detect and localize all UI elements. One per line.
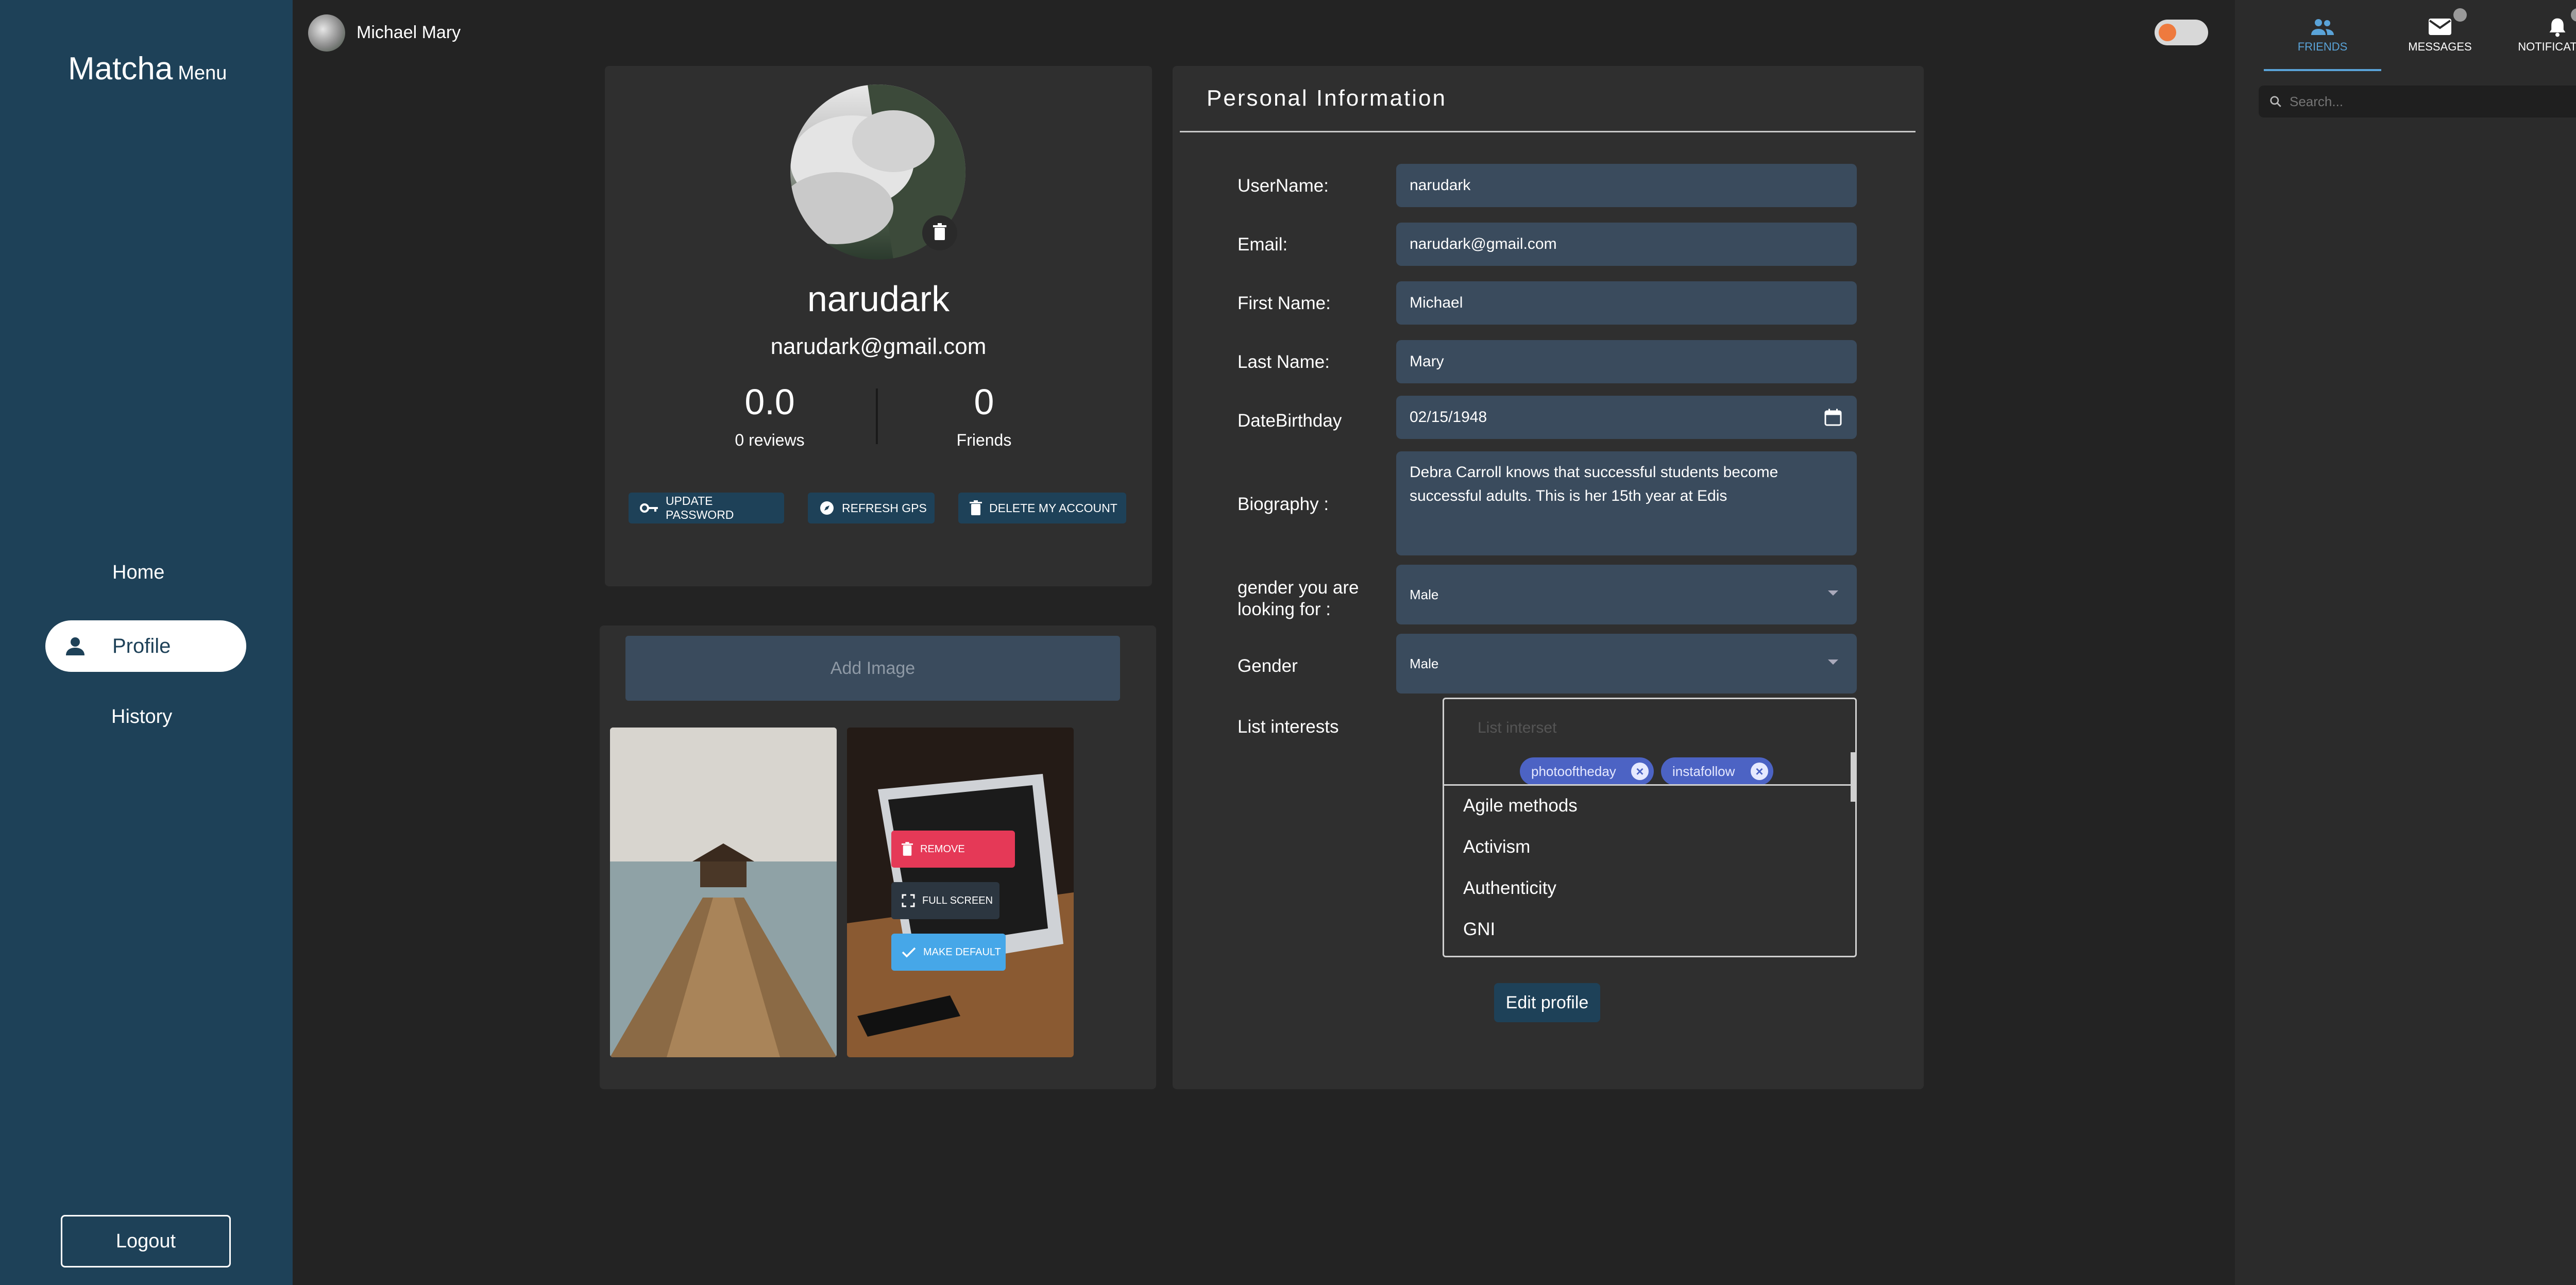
tab-label: NOTIFICATION [2518, 40, 2576, 53]
full-screen-button[interactable]: FULL SCREEN [891, 882, 999, 919]
button-label: REFRESH GPS [842, 501, 927, 515]
select-value: Male [1410, 655, 1439, 671]
trash-icon [902, 842, 913, 856]
close-icon[interactable]: × [1631, 763, 1649, 780]
friends-label: Friends [956, 431, 1012, 449]
logo-menu-text: Menu [178, 62, 227, 84]
first-name-field[interactable] [1396, 281, 1857, 325]
sidebar-item-profile[interactable]: Profile [45, 620, 246, 672]
tab-label: MESSAGES [2408, 40, 2472, 53]
trash-icon [970, 500, 982, 515]
username-label: UserName: [1238, 176, 1329, 196]
interests-scrollbar[interactable] [1851, 752, 1856, 802]
profile-email: narudark@gmail.com [770, 334, 987, 359]
right-panel: FRIENDS MESSAGES NOTIFICATION [2235, 0, 2576, 1285]
people-icon [2311, 19, 2334, 35]
compass-icon [820, 501, 834, 515]
search-input[interactable] [2290, 92, 2576, 111]
gender-select[interactable]: Male [1396, 634, 1857, 694]
title-divider [1180, 131, 1916, 132]
interest-option[interactable]: Authenticity [1463, 878, 1556, 899]
avatar[interactable] [308, 14, 345, 52]
first-name-label: First Name: [1238, 293, 1331, 313]
delete-account-button[interactable]: DELETE MY ACCOUNT [958, 493, 1126, 523]
birthday-label: DateBirthday [1238, 411, 1342, 431]
stats-divider [876, 388, 878, 444]
check-icon [902, 947, 916, 958]
chip-label: photooftheday [1531, 763, 1616, 779]
search-icon [2270, 96, 2281, 107]
tab-friends[interactable]: FRIENDS [2264, 5, 2381, 71]
email-label: Email: [1238, 234, 1288, 255]
messages-badge [2453, 8, 2467, 22]
toggle-knob [2159, 24, 2176, 41]
delete-avatar-button[interactable] [922, 215, 957, 250]
sidebar-item-label: Profile [112, 635, 171, 657]
interests-label: List interests [1238, 717, 1339, 737]
friends-count: 0 [974, 382, 994, 422]
add-image-button[interactable]: Add Image [625, 636, 1120, 701]
last-name-field[interactable] [1396, 340, 1857, 383]
interest-option[interactable]: GNI [1463, 919, 1495, 940]
current-user-name: Michael Mary [357, 23, 461, 42]
app-logo[interactable]: Matcha Menu [68, 50, 227, 87]
rating-value: 0.0 [744, 382, 795, 422]
birthday-field[interactable]: 02/15/1948 [1396, 396, 1857, 439]
tab-notification[interactable]: NOTIFICATION [2499, 5, 2576, 71]
select-value: Male [1410, 586, 1439, 602]
fullscreen-icon [902, 894, 915, 907]
sidebar-item-history[interactable]: History [111, 706, 172, 728]
button-label: REMOVE [920, 843, 965, 855]
button-label: UPDATE PASSWORD [665, 494, 734, 521]
birthday-value: 02/15/1948 [1410, 409, 1487, 426]
profile-username: narudark [807, 279, 950, 319]
interest-chip[interactable]: photooftheday × [1520, 757, 1654, 785]
interests-divider [1444, 784, 1856, 786]
gallery-image-pier[interactable] [610, 728, 837, 1057]
calendar-icon[interactable] [1824, 408, 1842, 427]
last-name-label: Last Name: [1238, 352, 1330, 372]
email-field[interactable] [1396, 223, 1857, 266]
button-label: MAKE DEFAULT [923, 946, 1001, 958]
looking-for-label: gender you are looking for : [1238, 578, 1359, 619]
pier-photo [610, 728, 837, 1057]
close-icon[interactable]: × [1751, 763, 1768, 780]
reviews-label: 0 reviews [735, 431, 805, 449]
remove-image-button[interactable]: REMOVE [891, 831, 1015, 868]
section-title: Personal Information [1207, 86, 1447, 111]
refresh-gps-button[interactable]: REFRESH GPS [808, 493, 935, 523]
logout-button[interactable]: Logout [61, 1215, 231, 1267]
interest-option[interactable]: Activism [1463, 837, 1530, 857]
chevron-down-icon [1828, 590, 1838, 596]
edit-profile-button[interactable]: Edit profile [1494, 983, 1600, 1022]
tab-messages[interactable]: MESSAGES [2381, 5, 2499, 71]
interests-input[interactable]: List interset [1478, 719, 1556, 737]
theme-toggle[interactable] [2155, 20, 2208, 45]
sidebar-item-home[interactable]: Home [112, 562, 164, 584]
chevron-down-icon [1828, 660, 1838, 665]
make-default-button[interactable]: MAKE DEFAULT [891, 934, 1006, 971]
notification-badge [2571, 8, 2576, 22]
tab-label: FRIENDS [2297, 40, 2348, 53]
looking-for-select[interactable]: Male [1396, 565, 1857, 624]
button-label: DELETE MY ACCOUNT [989, 501, 1117, 515]
envelope-icon [2429, 19, 2451, 35]
button-label: FULL SCREEN [922, 894, 993, 906]
interest-option[interactable]: Agile methods [1463, 796, 1578, 816]
friends-search [2259, 86, 2576, 117]
biography-field[interactable]: Debra Carroll knows that successful stud… [1396, 451, 1857, 555]
chip-label: instafollow [1672, 763, 1735, 779]
update-password-button[interactable]: UPDATE PASSWORD [629, 493, 784, 523]
key-icon [640, 503, 658, 513]
trash-icon [933, 223, 946, 240]
gender-label: Gender [1238, 656, 1298, 676]
interest-chip[interactable]: instafollow × [1661, 757, 1773, 785]
biography-label: Biography : [1238, 494, 1329, 514]
bell-icon [2549, 18, 2566, 37]
logo-text: Matcha [68, 51, 173, 87]
person-icon [66, 637, 84, 655]
username-field[interactable] [1396, 164, 1857, 207]
sidebar: Matcha Menu Home Profile History Logout [0, 0, 293, 1285]
